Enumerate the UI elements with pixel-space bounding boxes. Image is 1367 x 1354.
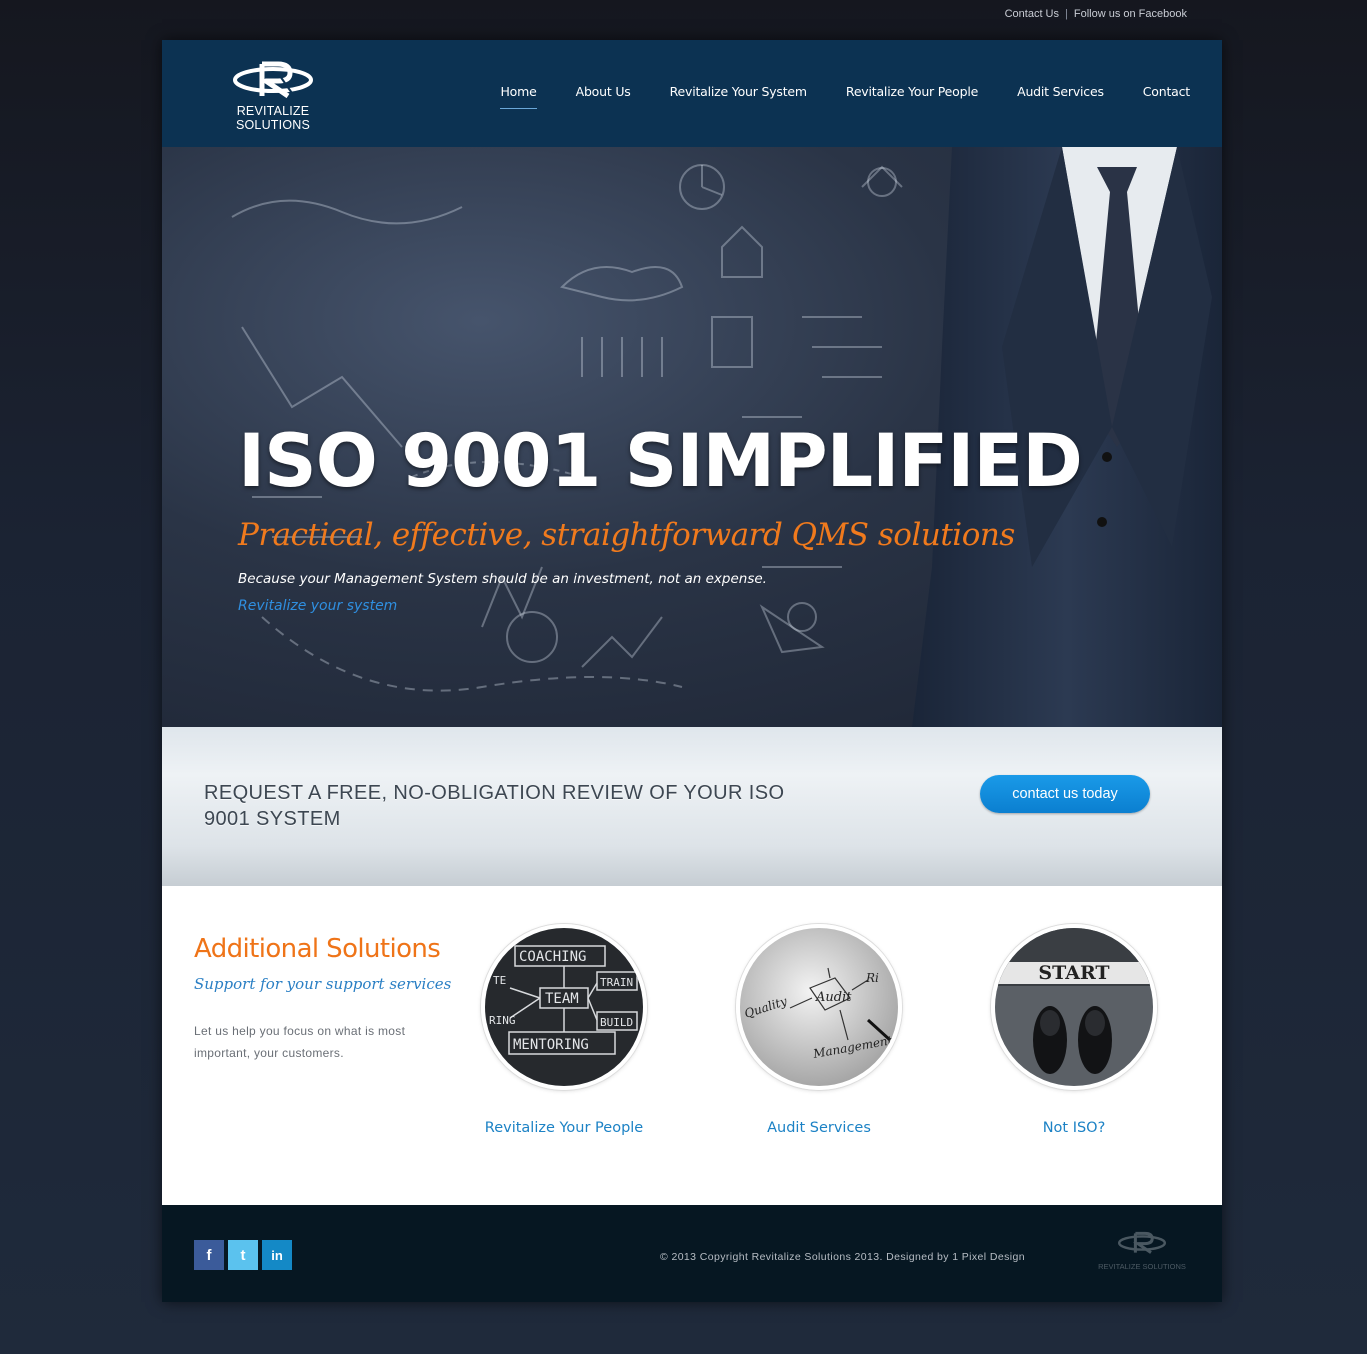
nav-about-us[interactable]: About Us (576, 84, 631, 99)
site-footer: f t in © 2013 Copyright Revitalize Solut… (162, 1205, 1222, 1302)
twitter-icon[interactable]: t (228, 1240, 258, 1270)
hero-banner: ISO 9001 SIMPLIFIED Practical, effective… (162, 147, 1222, 727)
nav-home[interactable]: Home (500, 84, 537, 109)
brand-name: REVITALIZE SOLUTIONS (235, 104, 311, 132)
audit-diagram-image[interactable]: Audit Quality Management Ri (736, 924, 902, 1090)
hero-title: ISO 9001 SIMPLIFIED (238, 419, 1083, 504)
top-contact-link[interactable]: Contact Us (1005, 8, 1059, 20)
revitalize-people-link[interactable]: Revitalize Your People (459, 1120, 669, 1136)
footer-logo-icon (1118, 1231, 1166, 1254)
svg-text:TEAM: TEAM (545, 991, 579, 1007)
main-nav: Home About Us Revitalize Your System Rev… (500, 84, 1190, 109)
svg-text:Ri: Ri (865, 971, 879, 985)
nav-contact[interactable]: Contact (1143, 84, 1190, 99)
linkedin-icon[interactable]: in (262, 1240, 292, 1270)
not-iso-link[interactable]: Not ISO? (969, 1120, 1179, 1136)
top-separator: | (1065, 8, 1068, 20)
cta-text: REQUEST A FREE, NO-OBLIGATION REVIEW OF … (204, 782, 785, 830)
svg-text:COACHING: COACHING (519, 949, 586, 965)
facebook-icon[interactable]: f (194, 1240, 224, 1270)
cta-strip: REQUEST A FREE, NO-OBLIGATION REVIEW OF … (162, 727, 1222, 886)
top-utility-bar: Contact Us | Follow us on Facebook (1005, 8, 1187, 20)
footer-logo-text: REVITALIZE SOLUTIONS (1098, 1262, 1186, 1271)
footer-logo: REVITALIZE SOLUTIONS (1096, 1231, 1188, 1271)
card-audit-services: Audit Quality Management Ri Audit Servic… (714, 924, 924, 1136)
svg-text:RING: RING (489, 1014, 516, 1027)
additional-solutions-section: Additional Solutions Support for your su… (162, 886, 1222, 1205)
hero-revitalize-link[interactable]: Revitalize your system (238, 598, 397, 614)
page-wrapper: REVITALIZE SOLUTIONS Home About Us Revit… (162, 40, 1222, 1302)
audit-services-link[interactable]: Audit Services (714, 1120, 924, 1136)
nav-revitalize-people[interactable]: Revitalize Your People (846, 84, 978, 99)
solutions-description: Let us help you focus on what is most im… (194, 1024, 406, 1060)
solutions-tagline: Support for your support services (194, 975, 452, 993)
hero-subtitle: Practical, effective, straightforward QM… (238, 517, 1015, 553)
solutions-title: Additional Solutions (194, 934, 441, 964)
nav-revitalize-system[interactable]: Revitalize Your System (670, 84, 807, 99)
top-facebook-link[interactable]: Follow us on Facebook (1074, 8, 1187, 20)
site-header: REVITALIZE SOLUTIONS Home About Us Revit… (162, 40, 1222, 147)
card-revitalize-people: COACHING TEAM MENTORING TRAIN BUILD TE R… (459, 924, 669, 1136)
card-not-iso: START Not ISO? (969, 924, 1179, 1136)
svg-text:Audit: Audit (815, 990, 852, 1005)
copyright-text: © 2013 Copyright Revitalize Solutions 20… (660, 1251, 1025, 1263)
hero-tagline: Because your Management System should be… (238, 571, 767, 587)
brand-logo[interactable]: REVITALIZE SOLUTIONS (198, 60, 348, 132)
svg-text:TE: TE (493, 974, 506, 987)
nav-audit-services[interactable]: Audit Services (1017, 84, 1104, 99)
svg-text:TRAIN: TRAIN (600, 976, 633, 989)
social-links: f t in (194, 1240, 292, 1270)
start-shoes-image[interactable]: START (991, 924, 1157, 1090)
svg-text:START: START (1038, 962, 1109, 984)
coaching-team-image[interactable]: COACHING TEAM MENTORING TRAIN BUILD TE R… (481, 924, 647, 1090)
contact-us-today-button[interactable]: contact us today (980, 775, 1150, 813)
svg-text:BUILD: BUILD (600, 1016, 633, 1029)
svg-text:MENTORING: MENTORING (513, 1037, 589, 1053)
logo-icon (233, 61, 313, 99)
